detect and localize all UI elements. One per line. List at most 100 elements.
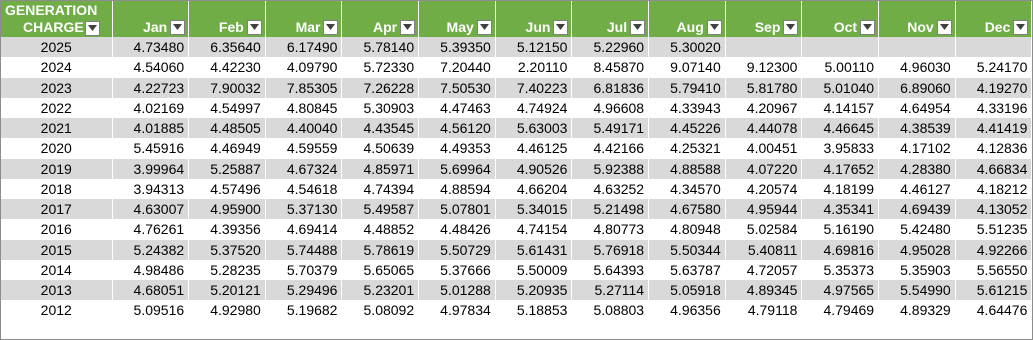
value-cell[interactable]: 6.81836	[571, 77, 650, 98]
filter-dropdown-icon[interactable]	[1013, 19, 1029, 35]
value-cell[interactable]: 5.18853	[495, 300, 573, 321]
value-cell[interactable]: 4.98486	[112, 259, 190, 280]
value-cell[interactable]: 4.28380	[878, 158, 956, 179]
value-cell[interactable]: 4.67580	[648, 199, 726, 220]
value-cell[interactable]: 5.21498	[571, 199, 650, 220]
year-cell[interactable]: 2024	[1, 57, 113, 78]
value-cell[interactable]: 4.46645	[801, 118, 880, 139]
filter-dropdown-icon[interactable]	[630, 19, 646, 35]
value-cell[interactable]: 5.78619	[341, 239, 420, 260]
filter-dropdown-icon[interactable]	[246, 19, 262, 35]
value-cell[interactable]: 5.65065	[341, 259, 420, 280]
value-cell[interactable]: 4.80773	[571, 219, 650, 240]
value-cell[interactable]: 5.16190	[801, 219, 880, 240]
value-cell[interactable]: 3.99964	[112, 158, 190, 179]
value-cell[interactable]: 5.40811	[725, 239, 803, 260]
value-cell[interactable]: 4.64954	[878, 97, 956, 118]
value-cell[interactable]: 4.46127	[878, 178, 956, 199]
value-cell[interactable]: 4.89329	[878, 300, 956, 321]
value-cell[interactable]: 4.73480	[112, 37, 190, 58]
value-cell[interactable]: 4.00451	[725, 138, 803, 159]
value-cell[interactable]: 5.20121	[188, 280, 266, 301]
value-cell[interactable]: 5.49171	[571, 118, 650, 139]
year-cell[interactable]: 2023	[1, 77, 113, 98]
value-cell[interactable]: 4.25321	[648, 138, 726, 159]
value-cell[interactable]: 5.70379	[265, 259, 343, 280]
value-cell[interactable]: 5.56550	[955, 259, 1033, 280]
year-cell[interactable]: 2021	[1, 118, 113, 139]
value-cell[interactable]: 5.76918	[571, 239, 650, 260]
value-cell[interactable]: 4.92980	[188, 300, 266, 321]
value-cell[interactable]: 5.25887	[188, 158, 266, 179]
value-cell[interactable]: 4.90526	[495, 158, 573, 179]
value-cell[interactable]: 5.19682	[265, 300, 343, 321]
year-cell[interactable]: 2012	[1, 300, 113, 321]
value-cell[interactable]: 9.12300	[725, 57, 803, 78]
value-cell[interactable]	[955, 37, 1033, 58]
value-cell[interactable]: 4.33943	[648, 97, 726, 118]
value-cell[interactable]	[725, 37, 803, 58]
value-cell[interactable]: 4.48852	[341, 219, 420, 240]
value-cell[interactable]: 4.09790	[265, 57, 343, 78]
value-cell[interactable]: 4.34570	[648, 178, 726, 199]
filter-dropdown-icon[interactable]	[476, 19, 492, 35]
filter-dropdown-icon[interactable]	[860, 19, 876, 35]
value-cell[interactable]: 4.56120	[418, 118, 496, 139]
value-cell[interactable]: 4.88588	[648, 158, 726, 179]
value-cell[interactable]: 9.07140	[648, 57, 726, 78]
value-cell[interactable]: 5.24382	[112, 239, 190, 260]
value-cell[interactable]: 5.20935	[495, 280, 573, 301]
value-cell[interactable]: 4.19270	[955, 77, 1033, 98]
filter-dropdown-icon[interactable]	[936, 19, 952, 35]
value-cell[interactable]: 4.79469	[801, 300, 880, 321]
value-cell[interactable]: 5.45916	[112, 138, 190, 159]
value-cell[interactable]: 7.40223	[495, 77, 573, 98]
value-cell[interactable]: 4.74394	[341, 178, 420, 199]
value-cell[interactable]: 5.29496	[265, 280, 343, 301]
value-cell[interactable]: 4.43545	[341, 118, 420, 139]
value-cell[interactable]: 4.47463	[418, 97, 496, 118]
value-cell[interactable]: 6.35640	[188, 37, 266, 58]
value-cell[interactable]: 4.95028	[878, 239, 956, 260]
value-cell[interactable]: 5.61431	[495, 239, 573, 260]
value-cell[interactable]: 4.57496	[188, 178, 266, 199]
value-cell[interactable]: 5.22960	[571, 37, 650, 58]
value-cell[interactable]: 4.63007	[112, 199, 190, 220]
value-cell[interactable]: 4.42166	[571, 138, 650, 159]
value-cell[interactable]	[801, 37, 880, 58]
value-cell[interactable]: 5.50729	[418, 239, 496, 260]
value-cell[interactable]: 4.68051	[112, 280, 190, 301]
filter-dropdown-icon[interactable]	[706, 19, 722, 35]
value-cell[interactable]: 4.76261	[112, 219, 190, 240]
value-cell[interactable]: 4.40040	[265, 118, 343, 139]
value-cell[interactable]: 5.24170	[955, 57, 1033, 78]
value-cell[interactable]: 4.79118	[725, 300, 803, 321]
value-cell[interactable]: 4.18199	[801, 178, 880, 199]
value-cell[interactable]: 4.69816	[801, 239, 880, 260]
value-cell[interactable]: 3.95833	[801, 138, 880, 159]
value-cell[interactable]: 4.95944	[725, 199, 803, 220]
filter-dropdown-icon[interactable]	[323, 19, 339, 35]
value-cell[interactable]: 4.44078	[725, 118, 803, 139]
value-cell[interactable]: 4.17652	[801, 158, 880, 179]
year-cell[interactable]: 2015	[1, 239, 113, 260]
year-cell[interactable]: 2016	[1, 219, 113, 240]
value-cell[interactable]: 4.89345	[725, 280, 803, 301]
value-cell[interactable]: 5.01040	[801, 77, 880, 98]
value-cell[interactable]: 4.72057	[725, 259, 803, 280]
value-cell[interactable]: 5.05918	[648, 280, 726, 301]
value-cell[interactable]: 5.50009	[495, 259, 573, 280]
value-cell[interactable]: 4.38539	[878, 118, 956, 139]
value-cell[interactable]: 4.96030	[878, 57, 956, 78]
value-cell[interactable]: 5.07801	[418, 199, 496, 220]
value-cell[interactable]: 8.45870	[571, 57, 650, 78]
value-cell[interactable]: 4.88594	[418, 178, 496, 199]
value-cell[interactable]: 6.89060	[878, 77, 956, 98]
value-cell[interactable]: 4.01885	[112, 118, 190, 139]
value-cell[interactable]: 5.69964	[418, 158, 496, 179]
value-cell[interactable]: 5.72330	[341, 57, 420, 78]
value-cell[interactable]: 4.97565	[801, 280, 880, 301]
year-cell[interactable]: 2025	[1, 37, 113, 58]
value-cell[interactable]: 5.34015	[495, 199, 573, 220]
value-cell[interactable]: 4.13052	[955, 199, 1033, 220]
